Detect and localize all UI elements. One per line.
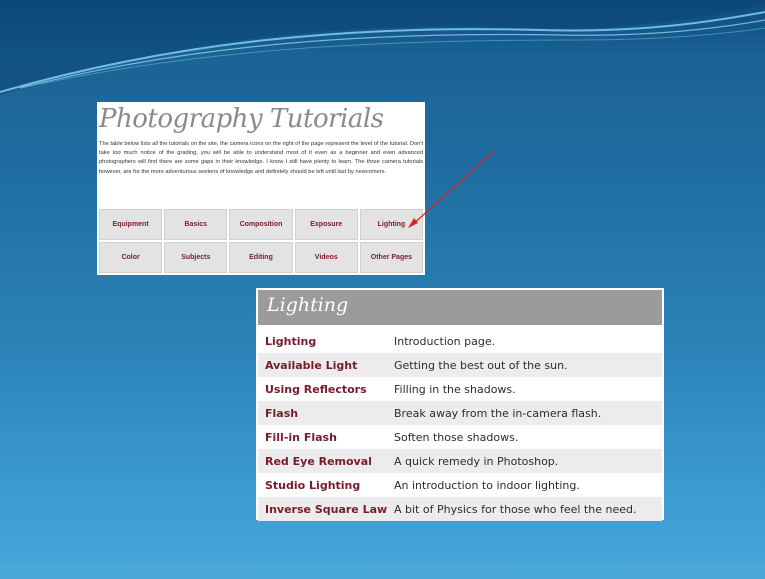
tutorial-link[interactable]: Inverse Square Law — [258, 503, 394, 516]
table-row: Available Light Getting the best out of … — [258, 353, 662, 377]
table-row: Studio Lighting An introduction to indoo… — [258, 473, 662, 497]
tutorial-link[interactable]: Using Reflectors — [258, 383, 394, 396]
tutorial-link[interactable]: Flash — [258, 407, 394, 420]
footer-line — [0, 565, 765, 569]
table-row: Red Eye Removal A quick remedy in Photos… — [258, 449, 662, 473]
nav-equipment[interactable]: Equipment — [99, 209, 163, 240]
tutorial-link[interactable]: Red Eye Removal — [258, 455, 394, 468]
tutorial-link[interactable]: Studio Lighting — [258, 479, 394, 492]
nav-exposure[interactable]: Exposure — [294, 209, 358, 240]
tutorial-description: Filling in the shadows. — [394, 382, 516, 396]
tutorial-link[interactable]: Lighting — [258, 335, 394, 348]
tutorial-description: Introduction page. — [394, 334, 496, 348]
table-row: Using Reflectors Filling in the shadows. — [258, 377, 662, 401]
tutorial-link[interactable]: Available Light — [258, 359, 394, 372]
intro-text-part: three — [366, 159, 380, 166]
tutorial-description: Break away from the in-camera flash. — [394, 406, 602, 420]
tutorials-screenshot: Photography Tutorials The table below li… — [97, 102, 425, 275]
nav-color[interactable]: Color — [99, 242, 163, 273]
nav-videos[interactable]: Videos — [294, 242, 358, 273]
nav-basics[interactable]: Basics — [164, 209, 228, 240]
tutorial-description: Getting the best out of the sun. — [394, 358, 568, 372]
tutorial-category-grid: Equipment Basics Composition Exposure Li… — [99, 209, 423, 273]
decorative-swoosh — [0, 0, 765, 95]
tutorials-title: Photography Tutorials — [99, 104, 384, 134]
table-row: Inverse Square Law A bit of Physics for … — [258, 497, 662, 521]
tutorial-description: An introduction to indoor lighting. — [394, 478, 580, 492]
intro-text-part: too — [112, 150, 121, 157]
tutorial-description: A quick remedy in Photoshop. — [394, 454, 559, 468]
nav-editing[interactable]: Editing — [229, 242, 293, 273]
table-row: Lighting Introduction page. — [258, 329, 662, 353]
table-row: Fill-in Flash Soften those shadows. — [258, 425, 662, 449]
lighting-screenshot: Lighting Lighting Introduction page. Ava… — [256, 288, 664, 521]
nav-other-pages[interactable]: Other Pages — [359, 242, 423, 273]
nav-composition[interactable]: Composition — [229, 209, 293, 240]
tutorial-description: A bit of Physics for those who feel the … — [394, 502, 637, 516]
lighting-title: Lighting — [267, 294, 349, 316]
nav-subjects[interactable]: Subjects — [164, 242, 228, 273]
pointer-arrow-icon — [408, 151, 494, 228]
lighting-header: Lighting — [258, 290, 662, 325]
tutorials-intro: The table below lists all the tutorials … — [99, 140, 423, 177]
lighting-table: Lighting Introduction page. Available Li… — [258, 329, 662, 521]
tutorial-description: Soften those shadows. — [394, 430, 519, 444]
tutorial-link[interactable]: Fill-in Flash — [258, 431, 394, 444]
table-row: Flash Break away from the in-camera flas… — [258, 401, 662, 425]
